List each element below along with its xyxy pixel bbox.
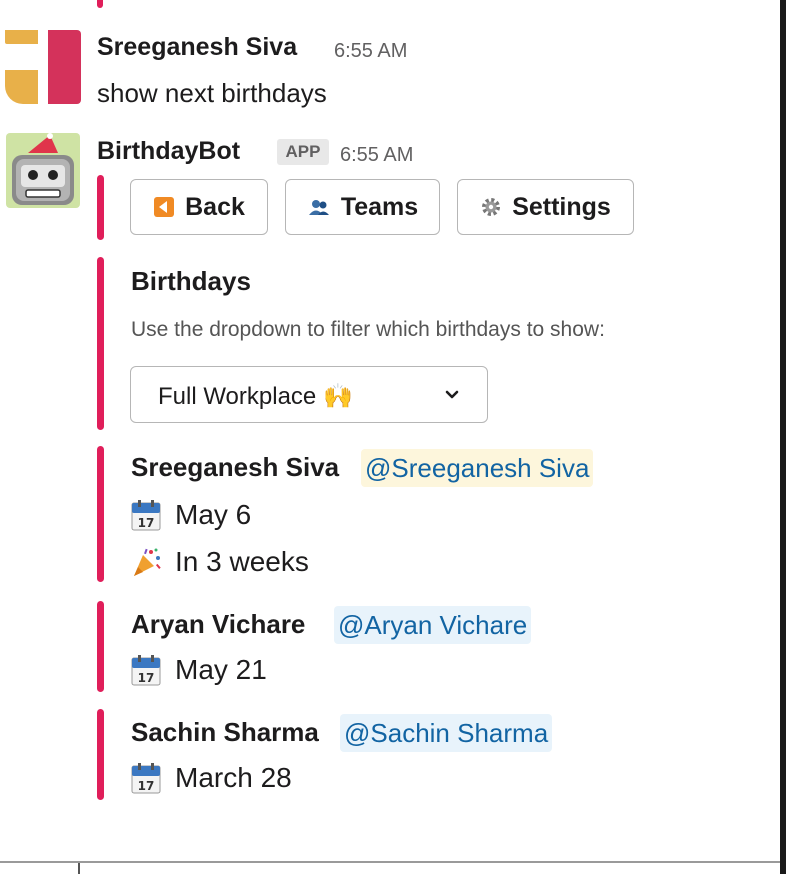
attachment-bar	[97, 446, 104, 582]
message-text: show next birthdays	[97, 78, 327, 108]
birthday-date: March 28	[175, 762, 292, 793]
divider-tick	[78, 863, 80, 874]
bot-name[interactable]: BirthdayBot	[97, 137, 240, 166]
teams-button-label: Teams	[340, 192, 419, 221]
attachment-bar	[97, 257, 104, 430]
gear-icon	[482, 198, 501, 216]
user-avatar[interactable]	[5, 30, 81, 106]
birthday-filter-dropdown[interactable]: Full Workplace 🙌	[130, 366, 488, 423]
birthday-date-row: 17 May 6	[131, 497, 251, 533]
attachment-bar	[97, 175, 104, 240]
birthday-person-name: Sachin Sharma	[131, 717, 319, 747]
user-mention[interactable]: @Sreeganesh Siva	[361, 449, 594, 487]
birthday-person-name: Sreeganesh Siva	[131, 452, 340, 482]
previous-attachment-bar	[97, 0, 103, 8]
birthday-date-row: 17 March 28	[131, 760, 292, 796]
section-title: Birthdays	[131, 266, 251, 296]
party-popper-icon	[131, 544, 175, 580]
birthday-relative-row: In 3 weeks	[131, 544, 309, 580]
chevron-down-icon	[445, 390, 459, 399]
calendar-icon: 17	[131, 652, 175, 688]
attachment-bar	[97, 709, 104, 800]
user-mention[interactable]: @Aryan Vichare	[334, 606, 532, 644]
message-timestamp[interactable]: 6:55 AM	[340, 144, 413, 167]
app-badge: APP	[277, 139, 329, 165]
calendar-icon: 17	[131, 497, 175, 533]
message-author[interactable]: Sreeganesh Siva	[97, 33, 297, 62]
section-subtitle: Use the dropdown to filter which birthda…	[131, 318, 605, 341]
attachment-bar	[97, 601, 104, 692]
back-button[interactable]: Back	[130, 179, 268, 235]
dropdown-selected-value: Full Workplace 🙌	[158, 383, 353, 410]
message-timestamp[interactable]: 6:55 AM	[334, 40, 407, 63]
settings-button-label: Settings	[512, 192, 611, 221]
teams-button[interactable]: Teams	[285, 179, 440, 235]
message-composer-divider	[0, 861, 780, 863]
window-border	[780, 0, 786, 874]
settings-button[interactable]: Settings	[457, 179, 634, 235]
back-button-label: Back	[185, 192, 245, 221]
svg-text:17: 17	[138, 671, 155, 685]
birthday-date-row: 17 May 21	[131, 652, 267, 688]
back-arrow-icon	[154, 197, 175, 217]
birthday-person-name: Aryan Vichare	[131, 609, 306, 639]
birthday-relative: In 3 weeks	[175, 546, 309, 577]
birthday-date: May 6	[175, 499, 252, 530]
svg-text:17: 17	[138, 516, 155, 530]
calendar-icon: 17	[131, 760, 175, 796]
user-mention[interactable]: @Sachin Sharma	[340, 714, 553, 752]
people-icon	[308, 200, 329, 215]
svg-text:17: 17	[138, 779, 155, 793]
bot-avatar[interactable]	[6, 133, 80, 208]
birthday-date: May 21	[175, 654, 267, 685]
